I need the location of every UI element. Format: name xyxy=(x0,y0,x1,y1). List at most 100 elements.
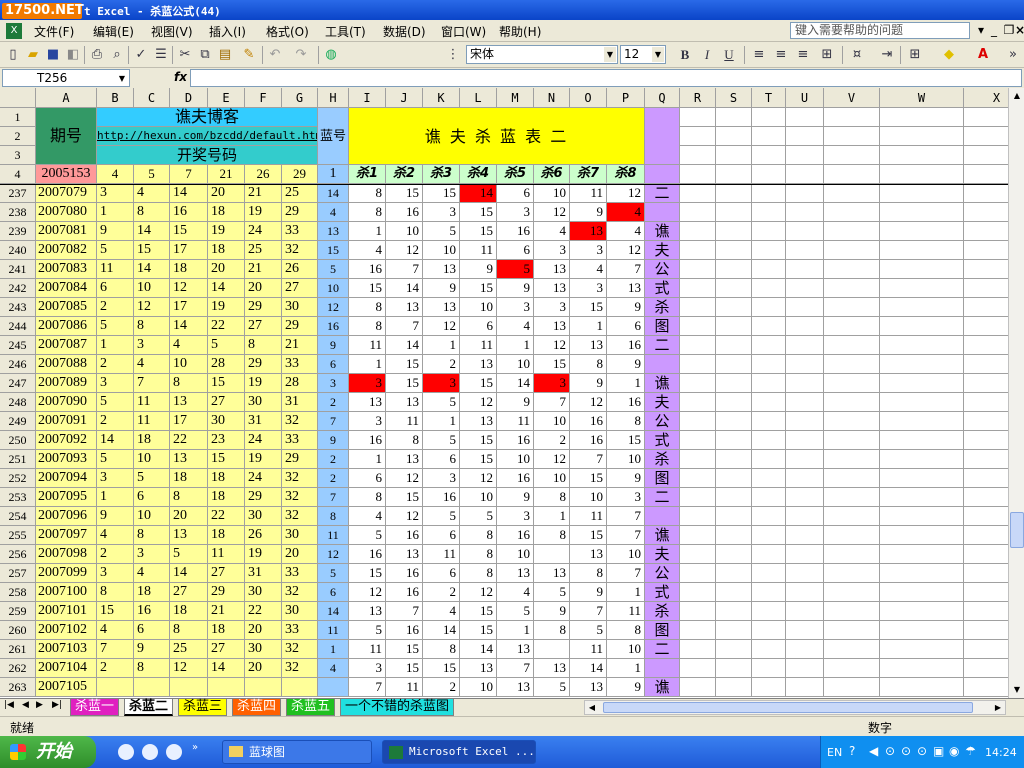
empty-cell[interactable] xyxy=(786,222,824,241)
empty-cell[interactable] xyxy=(964,583,1008,602)
draw-number-cell[interactable]: 33 xyxy=(282,355,318,374)
cut-icon[interactable]: ✂ xyxy=(176,46,194,64)
kill-cell[interactable]: 8 xyxy=(349,203,386,222)
empty-cell[interactable] xyxy=(880,678,964,697)
empty-cell[interactable] xyxy=(716,336,752,355)
kill-cell[interactable]: 11 xyxy=(460,336,497,355)
kill-cell[interactable]: 14 xyxy=(423,621,460,640)
kill-cell[interactable]: 5 xyxy=(423,431,460,450)
draw-number-cell[interactable]: 5 xyxy=(97,450,134,469)
empty-cell[interactable] xyxy=(964,336,1008,355)
empty-cell[interactable] xyxy=(786,621,824,640)
kill-cell[interactable]: 15 xyxy=(423,659,460,678)
column-header-w[interactable]: W xyxy=(880,88,964,108)
toolbar-options-icon[interactable]: ⋮ xyxy=(444,46,462,64)
empty-cell[interactable] xyxy=(786,127,824,146)
blue-number-cell[interactable]: 2 xyxy=(318,450,349,469)
spelling-icon[interactable]: ✓ xyxy=(132,46,150,64)
language-indicator[interactable]: EN xyxy=(827,746,842,759)
draw-number-cell[interactable]: 27 xyxy=(245,317,282,336)
period-cell[interactable]: 2007089 xyxy=(36,374,97,393)
align-center-icon[interactable]: ≡ xyxy=(772,46,790,64)
menu-file[interactable]: 文件(F) xyxy=(34,23,74,40)
kill-cell[interactable]: 7 xyxy=(534,393,570,412)
draw-number-cell[interactable]: 9 xyxy=(97,222,134,241)
row-header[interactable]: 3 xyxy=(0,146,36,165)
empty-cell[interactable] xyxy=(716,678,752,697)
kill-header-cell[interactable]: 杀8 xyxy=(607,165,645,184)
empty-cell[interactable] xyxy=(824,659,880,678)
empty-cell[interactable] xyxy=(786,317,824,336)
borders-icon[interactable]: ⊞ xyxy=(906,46,924,64)
draw-number-cell[interactable]: 15 xyxy=(208,450,245,469)
draw-number-cell[interactable]: 14 xyxy=(97,431,134,450)
kill-cell[interactable]: 3 xyxy=(570,279,607,298)
empty-cell[interactable] xyxy=(824,602,880,621)
url-cell[interactable]: http://hexun.com/bzcdd/default.html xyxy=(97,127,318,146)
draw-number-cell[interactable]: 19 xyxy=(245,450,282,469)
draw-number-cell[interactable]: 30 xyxy=(245,393,282,412)
empty-cell[interactable] xyxy=(752,488,786,507)
kill-cell[interactable]: 15 xyxy=(570,469,607,488)
empty-cell[interactable] xyxy=(716,127,752,146)
period-cell[interactable]: 2007079 xyxy=(36,184,97,203)
draw-numbers-label[interactable]: 开奖号码 xyxy=(97,146,318,165)
draw-number-cell[interactable]: 17 xyxy=(170,241,208,260)
tab-sheet-6[interactable]: 一个不错的杀蓝图 xyxy=(340,699,455,716)
font-size-select[interactable]: 12 ▼ xyxy=(620,45,666,64)
kill-cell[interactable]: 13 xyxy=(497,640,534,659)
empty-cell[interactable] xyxy=(680,222,716,241)
kill-miss-cell[interactable]: 3 xyxy=(423,374,460,393)
row-header[interactable]: 2 xyxy=(0,127,36,146)
redo-icon[interactable]: ↷ xyxy=(292,46,310,64)
empty-cell[interactable] xyxy=(680,203,716,222)
save-icon[interactable]: ■ xyxy=(44,46,62,64)
menu-window[interactable]: 窗口(W) xyxy=(441,23,486,40)
empty-cell[interactable] xyxy=(964,659,1008,678)
side-text-cell[interactable]: 夫 xyxy=(645,241,680,260)
kill-cell[interactable]: 16 xyxy=(497,469,534,488)
currency-icon[interactable]: ¤ xyxy=(848,46,866,64)
row-header[interactable]: 253 xyxy=(0,488,36,507)
empty-cell[interactable] xyxy=(716,564,752,583)
period-cell[interactable]: 2007101 xyxy=(36,602,97,621)
period-cell[interactable]: 2007105 xyxy=(36,678,97,697)
draw-number-cell[interactable]: 6 xyxy=(134,621,170,640)
draw-number-cell[interactable]: 8 xyxy=(134,526,170,545)
period-cell[interactable]: 2007097 xyxy=(36,526,97,545)
undo-icon[interactable]: ↶ xyxy=(266,46,284,64)
draw-number-cell[interactable]: 4 xyxy=(170,336,208,355)
empty-cell[interactable] xyxy=(752,146,786,165)
draw-number-cell[interactable]: 12 xyxy=(170,279,208,298)
side-text-cell[interactable]: 谯 xyxy=(645,678,680,697)
draw-number-cell[interactable]: 30 xyxy=(245,583,282,602)
kill-cell[interactable]: 8 xyxy=(349,184,386,203)
format-painter-icon[interactable]: ✎ xyxy=(240,46,258,64)
kill-cell[interactable]: 16 xyxy=(386,203,423,222)
empty-cell[interactable] xyxy=(964,678,1008,697)
side-column-cell[interactable] xyxy=(645,165,680,184)
column-header-j[interactable]: J xyxy=(386,88,423,108)
draw-number-cell[interactable]: 8 xyxy=(97,583,134,602)
draw-number-cell[interactable]: 18 xyxy=(170,469,208,488)
draw-number-cell[interactable]: 24 xyxy=(245,222,282,241)
menu-data[interactable]: 数据(D) xyxy=(383,23,426,40)
draw-number-cell[interactable]: 30 xyxy=(208,412,245,431)
draw-number-cell[interactable]: 14 xyxy=(134,260,170,279)
kill-cell[interactable]: 12 xyxy=(460,469,497,488)
kill-cell[interactable]: 1 xyxy=(349,222,386,241)
side-text-cell[interactable]: 二 xyxy=(645,640,680,659)
row-header[interactable]: 250 xyxy=(0,431,36,450)
draw-number-cell[interactable]: 5 xyxy=(134,165,170,184)
draw-number-cell[interactable]: 14 xyxy=(170,317,208,336)
kill-cell[interactable]: 3 xyxy=(497,298,534,317)
empty-cell[interactable] xyxy=(752,431,786,450)
side-text-cell[interactable]: 夫 xyxy=(645,545,680,564)
empty-cell[interactable] xyxy=(964,374,1008,393)
draw-number-cell[interactable]: 33 xyxy=(282,222,318,241)
draw-number-cell[interactable] xyxy=(282,678,318,697)
kill-cell[interactable]: 12 xyxy=(534,450,570,469)
draw-number-cell[interactable]: 5 xyxy=(97,393,134,412)
kill-cell[interactable]: 13 xyxy=(386,545,423,564)
empty-cell[interactable] xyxy=(786,450,824,469)
